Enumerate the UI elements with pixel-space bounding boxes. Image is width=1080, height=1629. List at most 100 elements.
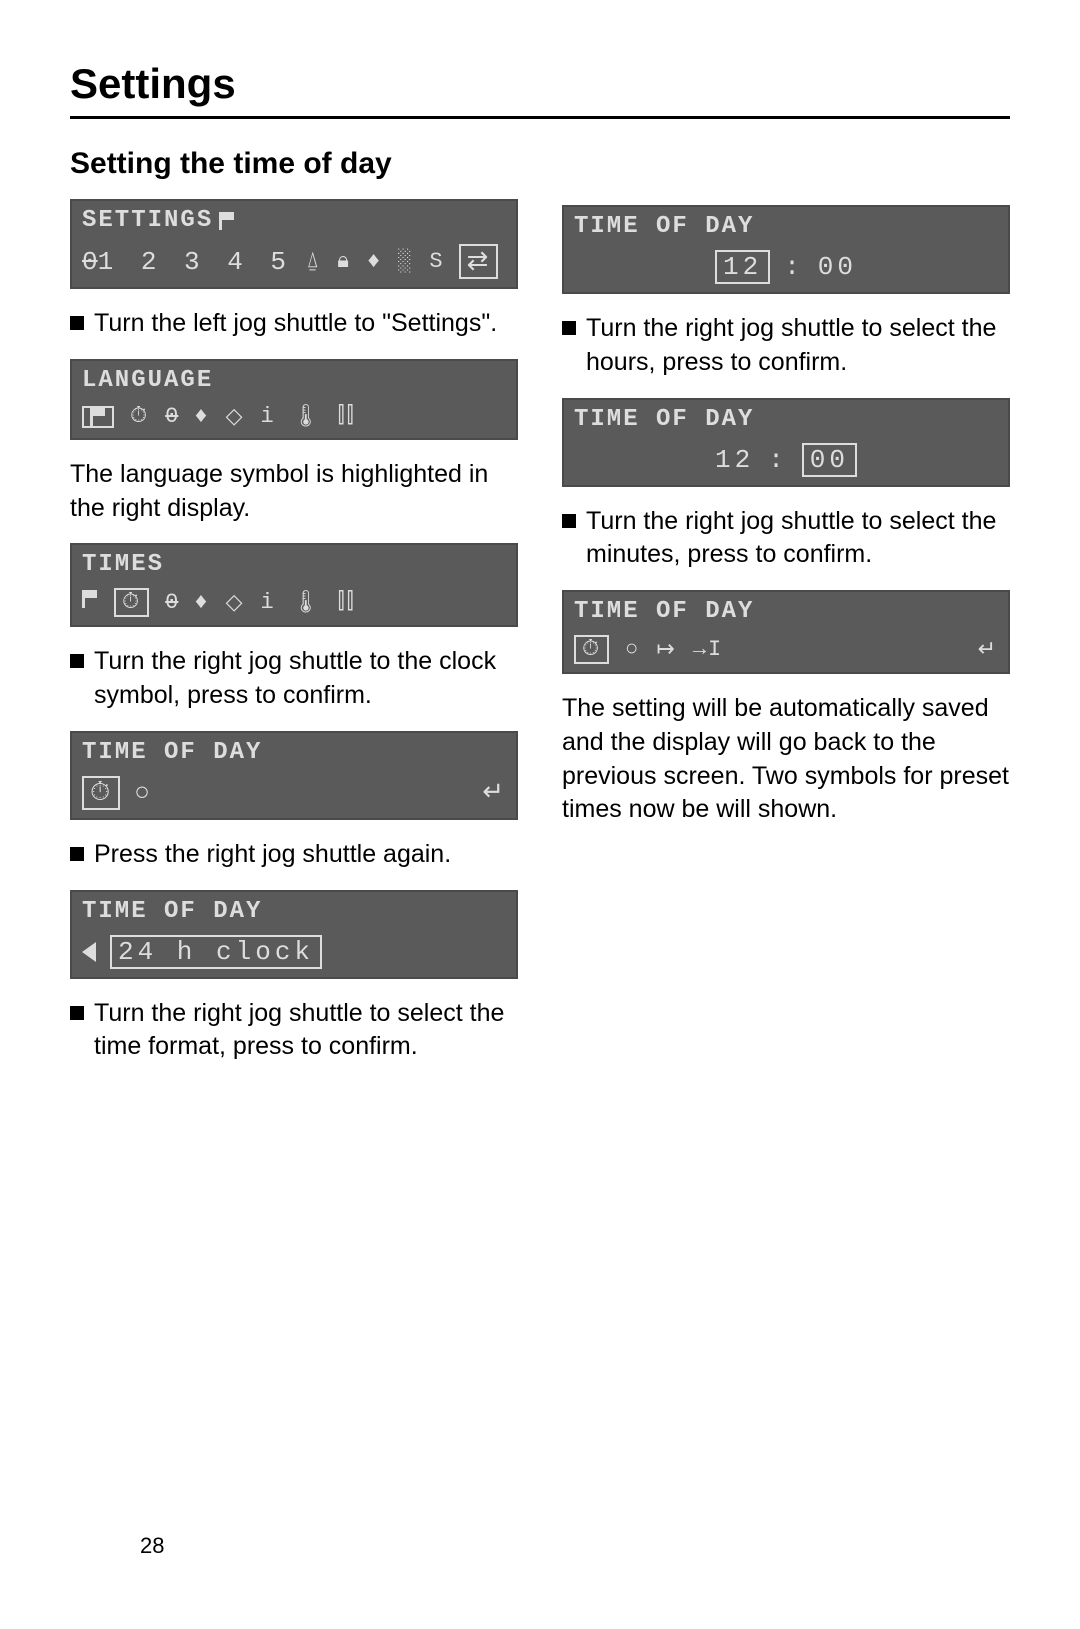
display-time-hours-header-text: TIME OF DAY	[574, 213, 754, 240]
display-language-header: LANGUAGE	[72, 361, 516, 398]
zero-slash-icon: 0	[82, 247, 98, 277]
display-time-minutes-header-text: TIME OF DAY	[574, 406, 754, 433]
display-timeofday-1-header: TIME OF DAY	[72, 733, 516, 770]
display-language-header-text: LANGUAGE	[82, 367, 213, 394]
display-times-header: TIMES	[72, 545, 516, 582]
end-arrow-icon: →I	[693, 637, 723, 662]
buzzer-icon: ⍙	[306, 249, 321, 274]
zero-icon: 0	[165, 404, 178, 429]
settings-icons: ⍙ 🔒︎ ♦ ░ S	[306, 249, 445, 274]
selected-sliders-icon: ⇄	[459, 244, 499, 279]
bullet-icon	[70, 654, 84, 668]
left-column: Setting the time of day SETTINGS 01 2 3 …	[70, 147, 518, 1082]
instruction-3: Turn the right jog shuttle to the clock …	[70, 645, 518, 713]
display-times-body: ⏱ 0 ♦ ◇ i 🌡︎ ⫿⫿	[72, 582, 516, 625]
light-icon: ♦	[367, 249, 382, 274]
subheading: Setting the time of day	[70, 147, 518, 181]
display-settings-header: SETTINGS	[72, 201, 516, 238]
display-settings: SETTINGS 01 2 3 4 5 ⍙ 🔒︎ ♦ ░ S ⇄	[70, 199, 518, 289]
display-timeofday-1: TIME OF DAY ⏱ ○	[70, 731, 518, 820]
signal-icon: ░	[398, 249, 413, 274]
time-separator: :	[784, 252, 804, 282]
bullet-icon	[70, 847, 84, 861]
lock-icon: 🔒︎	[337, 249, 351, 274]
hours-value: 12	[715, 445, 754, 475]
thermometer-icon: 🌡︎	[292, 404, 322, 430]
enter-icon	[482, 777, 506, 808]
display-times-header-text: TIMES	[82, 551, 164, 578]
selected-hours: 12	[715, 250, 770, 284]
display-timeofday-1-header-text: TIME OF DAY	[82, 739, 262, 766]
zero-icon: 0	[165, 590, 178, 615]
display-timeofday-2-body: 24 h clock	[72, 929, 516, 977]
instruction-5-text: Turn the right jog shuttle to select the…	[94, 997, 518, 1065]
two-column-layout: Setting the time of day SETTINGS 01 2 3 …	[70, 147, 1010, 1082]
instruction-r2: Turn the right jog shuttle to select the…	[562, 505, 1010, 573]
instruction-r1-text: Turn the right jog shuttle to select the…	[586, 312, 1010, 380]
instruction-3-text: Turn the right jog shuttle to the clock …	[94, 645, 518, 713]
instruction-4: Press the right jog shuttle again.	[70, 838, 518, 872]
selected-clock-icon: ⏱	[574, 635, 609, 664]
title-rule	[70, 116, 1010, 119]
flag-icon	[219, 212, 235, 230]
display-timeofday-2: TIME OF DAY 24 h clock	[70, 890, 518, 979]
selected-24h-option: 24 h clock	[110, 935, 322, 969]
bullet-icon	[562, 514, 576, 528]
display-time-final-header-text: TIME OF DAY	[574, 598, 754, 625]
page-number: 28	[140, 1533, 164, 1559]
flag-icon	[82, 590, 98, 615]
time-separator: :	[768, 445, 788, 475]
display-time-hours-body: 12 : 00	[564, 244, 1008, 292]
selected-minutes: 00	[802, 443, 857, 477]
thermometer-icon: 🌡︎	[292, 590, 322, 616]
enter-icon	[978, 637, 998, 663]
circle-icon: ○	[134, 778, 152, 808]
start-arrow-icon: ↦	[656, 637, 676, 663]
selected-clock-icon: ⏱	[82, 776, 120, 810]
diamond-icon: ◇	[226, 590, 245, 616]
display-timeofday-2-header: TIME OF DAY	[72, 892, 516, 929]
display-language: LANGUAGE ⏱ 0 ♦ ◇ i 🌡︎ ⫿⫿	[70, 359, 518, 440]
page-title: Settings	[70, 60, 1010, 108]
display-time-final-body: ⏱ ○ ↦ →I	[564, 629, 1008, 672]
left-arrow-icon	[82, 942, 96, 962]
instruction-1-text: Turn the left jog shuttle to "Settings".	[94, 307, 497, 341]
settings-numbers-rest: 1 2 3 4 5	[98, 247, 292, 277]
light-icon: ♦	[194, 404, 209, 429]
display-time-hours-header: TIME OF DAY	[564, 207, 1008, 244]
bullet-icon	[70, 1006, 84, 1020]
minutes-value: 00	[818, 252, 857, 282]
settings-numbers: 01 2 3 4 5	[82, 247, 292, 277]
display-settings-body: 01 2 3 4 5 ⍙ 🔒︎ ♦ ░ S ⇄	[72, 238, 516, 287]
info-icon: i	[261, 404, 276, 429]
display-time-minutes: TIME OF DAY 12 : 00	[562, 398, 1010, 487]
info-icon: i	[261, 590, 276, 615]
instruction-r2-text: Turn the right jog shuttle to select the…	[586, 505, 1010, 573]
display-time-final-header: TIME OF DAY	[564, 592, 1008, 629]
display-time-hours: TIME OF DAY 12 : 00	[562, 205, 1010, 294]
language-desc: The language symbol is highlighted in th…	[70, 458, 518, 526]
instruction-r1: Turn the right jog shuttle to select the…	[562, 312, 1010, 380]
display-timeofday-1-body: ⏱ ○	[72, 770, 516, 818]
instruction-1: Turn the left jog shuttle to "Settings".	[70, 307, 518, 341]
s-icon: S	[429, 249, 444, 274]
display-time-final: TIME OF DAY ⏱ ○ ↦ →I	[562, 590, 1010, 674]
instruction-4-text: Press the right jog shuttle again.	[94, 838, 451, 872]
bullet-icon	[562, 321, 576, 335]
display-timeofday-2-header-text: TIME OF DAY	[82, 898, 262, 925]
display-time-minutes-body: 12 : 00	[564, 437, 1008, 485]
display-time-minutes-header: TIME OF DAY	[564, 400, 1008, 437]
right-column: TIME OF DAY 12 : 00 Turn the right jog s…	[562, 147, 1010, 1082]
clock-icon: ⏱	[130, 404, 149, 429]
selected-clock-icon: ⏱	[114, 588, 149, 617]
light-icon: ♦	[194, 590, 209, 615]
display-language-body: ⏱ 0 ♦ ◇ i 🌡︎ ⫿⫿	[72, 398, 516, 438]
display-settings-header-text: SETTINGS	[82, 207, 213, 234]
display-times: TIMES ⏱ 0 ♦ ◇ i 🌡︎ ⫿⫿	[70, 543, 518, 627]
instruction-5: Turn the right jog shuttle to select the…	[70, 997, 518, 1065]
diamond-icon: ◇	[226, 404, 245, 430]
circle-icon: ○	[625, 637, 640, 662]
chart-icon: ⫿⫿	[338, 404, 356, 429]
chart-icon: ⫿⫿	[338, 590, 356, 615]
bullet-icon	[70, 316, 84, 330]
